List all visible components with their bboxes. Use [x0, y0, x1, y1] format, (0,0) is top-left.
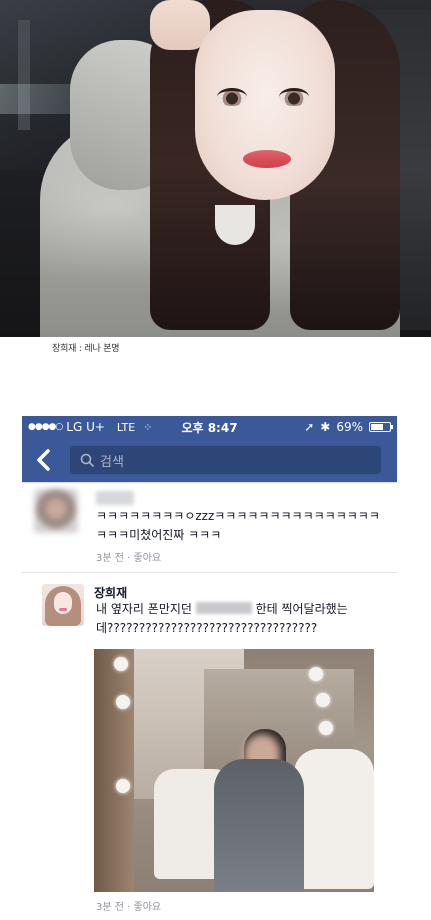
battery-percent: 69% [336, 420, 363, 434]
signal-icon: ●●●●○ [28, 422, 63, 432]
comment-text: ㅋㅋㅋㅋㅋㅋㅋㅋㅇzzzㅋㅋㅋㅋㅋㅋㅋㅋㅋㅋㅋㅋㅋㅋㅋㅋㅋㅋ미쳤어진짜 ㅋㅋㅋ [96, 509, 380, 542]
battery-icon [369, 422, 393, 432]
chevron-left-icon [37, 449, 50, 471]
search-input[interactable]: 검색 [70, 446, 381, 474]
comment-feed[interactable]: ㅋㅋㅋㅋㅋㅋㅋㅋㅇzzzㅋㅋㅋㅋㅋㅋㅋㅋㅋㅋㅋㅋㅋㅋㅋㅋㅋㅋ미쳤어진짜 ㅋㅋㅋ … [22, 482, 397, 920]
search-icon [80, 453, 94, 467]
top-photo [0, 0, 431, 337]
loading-icon: ⁘ [143, 420, 153, 434]
avatar[interactable] [42, 584, 84, 626]
carrier-label: LG U+ [66, 420, 105, 434]
comment-item: 장희재 내 옆자리 폰만지던 한테 찍어달라했는데???????????????… [22, 574, 397, 920]
phone-screenshot: ●●●●○ LG U+ LTE ⁘ 오후 8:47 ➚ ✱ 69% 검색 ㅋㅋㅋ… [22, 416, 397, 920]
eye-right [279, 88, 309, 106]
face [195, 10, 335, 200]
comment-time: 3분 전 [96, 902, 124, 913]
location-icon: ➚ [304, 420, 315, 434]
comment-item: ㅋㅋㅋㅋㅋㅋㅋㅋㅇzzzㅋㅋㅋㅋㅋㅋㅋㅋㅋㅋㅋㅋㅋㅋㅋㅋㅋㅋ미쳤어진짜 ㅋㅋㅋ … [22, 483, 397, 573]
nav-bar: 검색 [22, 438, 397, 482]
eye-left [217, 88, 247, 106]
like-button[interactable]: 좋아요 [134, 902, 162, 913]
avatar[interactable] [34, 489, 78, 533]
comment-author[interactable]: 장희재 [94, 584, 127, 601]
photo-caption: 장희재 : 레나 본명 [52, 344, 120, 354]
bluetooth-icon: ✱ [320, 420, 331, 434]
comment-text-part: 내 옆자리 폰만지던 [96, 602, 196, 616]
lips [243, 150, 291, 168]
status-bar: ●●●●○ LG U+ LTE ⁘ 오후 8:47 ➚ ✱ 69% [22, 416, 397, 438]
redacted-name [195, 602, 252, 614]
shirt [215, 205, 255, 245]
comment-text: 내 옆자리 폰만지던 한테 찍어달라했는데???????????????????… [96, 600, 386, 638]
like-button[interactable]: 좋아요 [134, 553, 162, 564]
search-placeholder: 검색 [100, 454, 124, 470]
attached-photo[interactable] [94, 649, 374, 892]
comment-time: 3분 전 [96, 553, 124, 564]
comment-meta: 3분 전 · 좋아요 [96, 553, 162, 564]
network-label: LTE [116, 420, 136, 434]
comment-meta: 3분 전 · 좋아요 [96, 902, 162, 913]
battery-fill [371, 424, 384, 430]
back-button[interactable] [34, 448, 58, 472]
blurred-author-name[interactable] [96, 491, 134, 505]
